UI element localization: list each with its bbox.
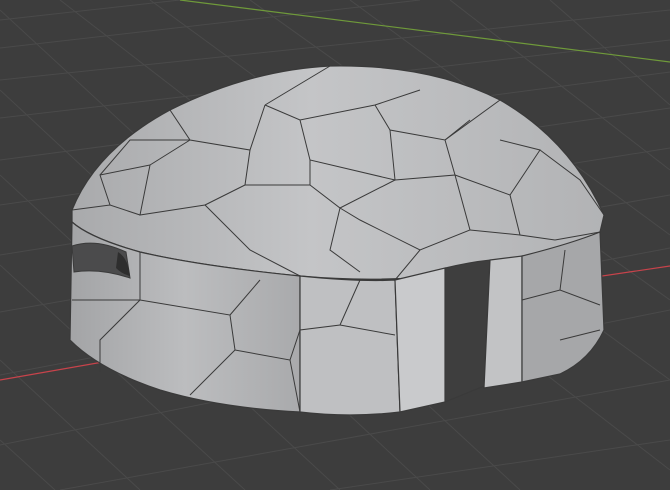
dome-mesh[interactable] <box>69 65 605 416</box>
y-axis-line <box>179 0 670 63</box>
doorway-right-pillar <box>483 255 523 389</box>
doorway-opening <box>444 259 491 403</box>
3d-viewport[interactable] <box>0 0 670 490</box>
dome-cap <box>71 65 605 280</box>
front-wall <box>299 275 401 416</box>
viewport-canvas[interactable] <box>0 0 670 490</box>
doorway-left-pillar <box>394 267 446 413</box>
right-wall <box>521 231 605 383</box>
